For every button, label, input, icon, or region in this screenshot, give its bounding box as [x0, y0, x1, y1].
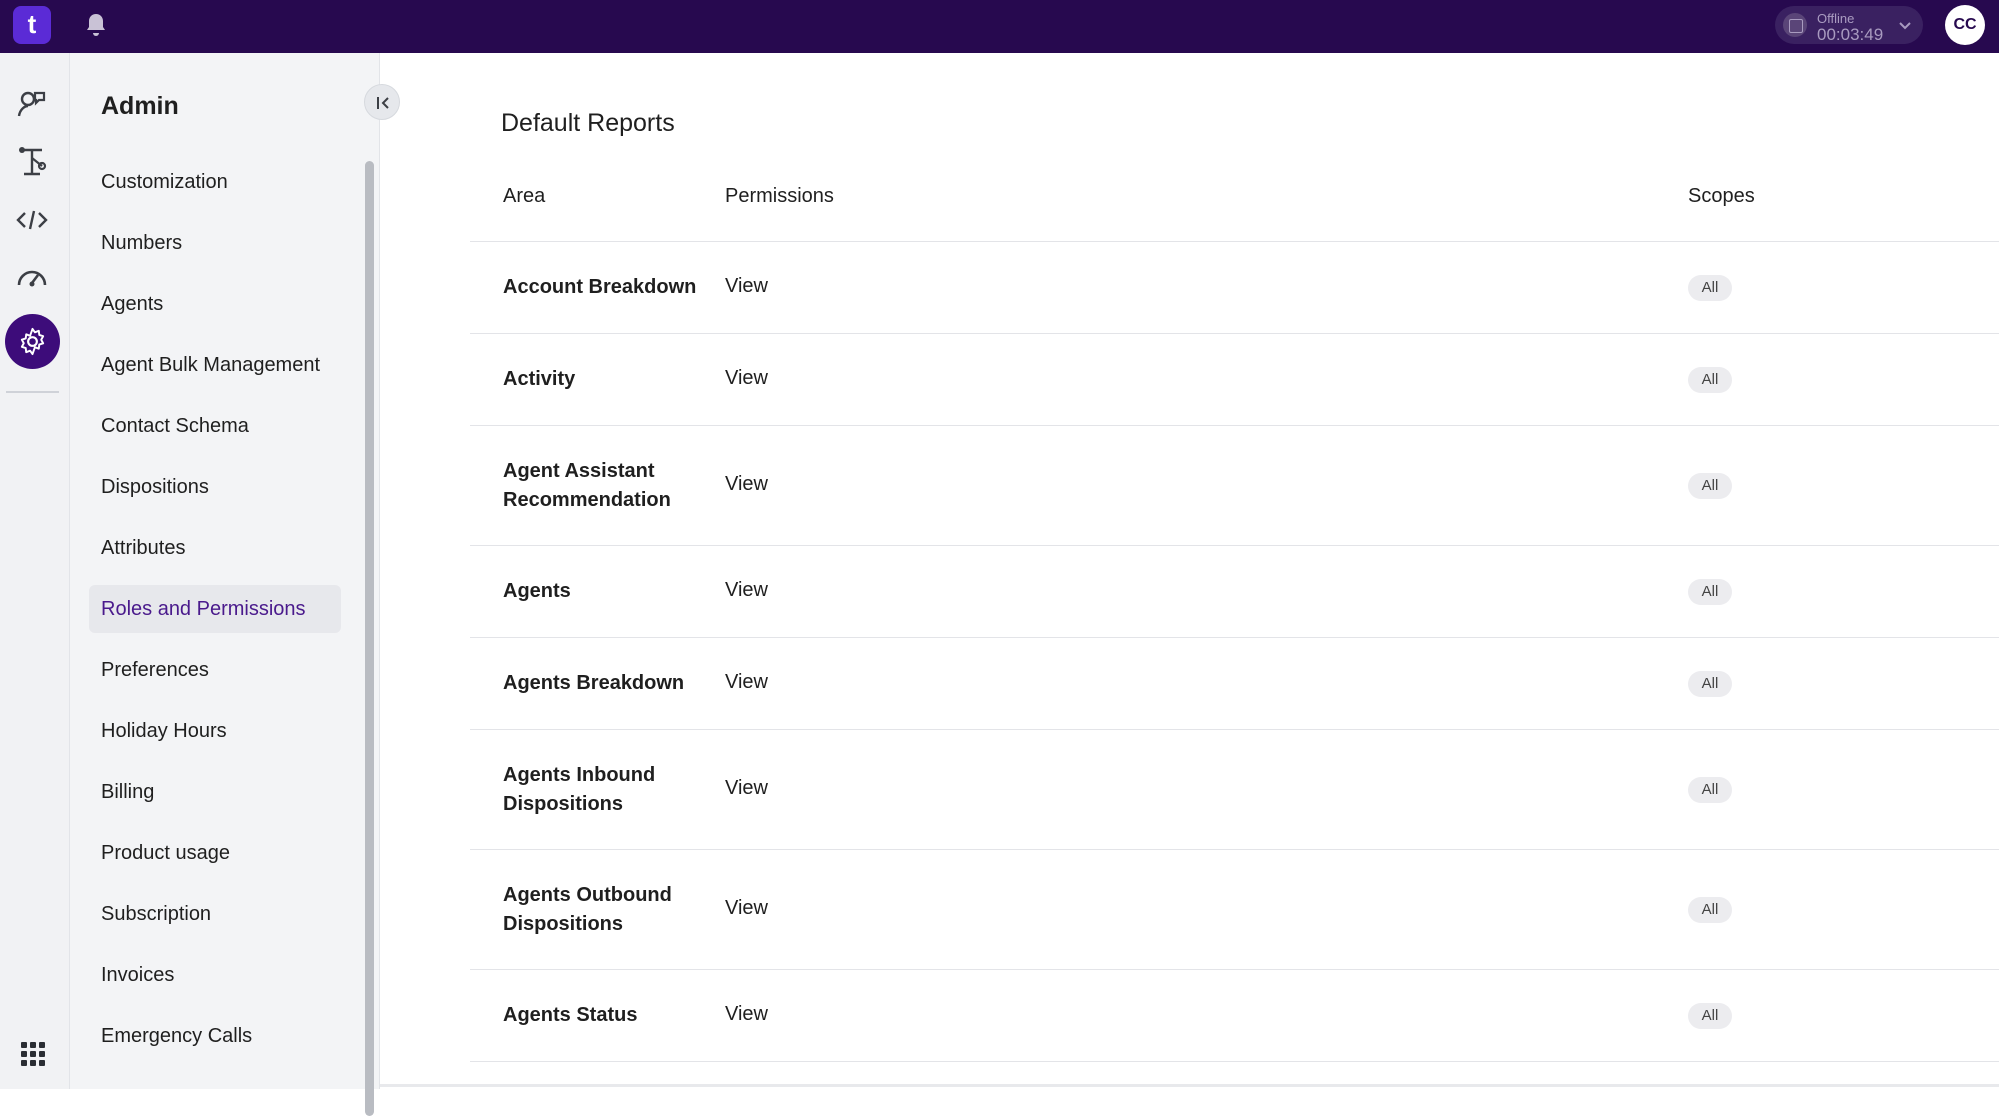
- scope-badge: All: [1688, 579, 1732, 605]
- scope-badge: All: [1688, 671, 1732, 697]
- row-permission: View: [725, 777, 768, 799]
- table-row: Agents Status View All: [470, 970, 1999, 1062]
- row-area: Account Breakdown: [503, 276, 697, 298]
- column-header-permissions: Permissions: [725, 185, 834, 207]
- app-logo[interactable]: t: [13, 6, 51, 44]
- scope-badge: All: [1688, 777, 1732, 803]
- collapse-left-icon: [377, 97, 389, 109]
- collapse-sidebar-button[interactable]: [364, 84, 400, 120]
- table-row: Account Breakdown View All: [470, 242, 1999, 334]
- rail-divider: [6, 391, 59, 393]
- sidebar-item-product-usage[interactable]: Product usage: [89, 829, 341, 877]
- row-area: Agents: [503, 580, 571, 602]
- row-permission: View: [725, 1003, 768, 1025]
- sidebar-item-customization[interactable]: Customization: [89, 158, 341, 206]
- column-header-scopes: Scopes: [1688, 185, 1755, 207]
- row-permission: View: [725, 579, 768, 601]
- table-row: Activity View All: [470, 334, 1999, 426]
- table-row: Agents Inbound Dispositions View All: [470, 730, 1999, 850]
- scope-badge: All: [1688, 275, 1732, 301]
- sidebar-item-roles-and-permissions[interactable]: Roles and Permissions: [89, 585, 341, 633]
- sidebar-item-invoices[interactable]: Invoices: [89, 951, 341, 999]
- workflow-icon[interactable]: [14, 144, 50, 180]
- table-row: Agent Assistant Recommendation View All: [470, 426, 1999, 546]
- table-row: Agents Outbound Dispositions View All: [470, 850, 1999, 970]
- row-area: Agents Breakdown: [503, 672, 685, 694]
- sidebar-scrollbar[interactable]: [365, 161, 374, 1116]
- row-permission: View: [725, 671, 768, 693]
- sidebar-item-dispositions[interactable]: Dispositions: [89, 463, 341, 511]
- column-header-area: Area: [503, 185, 546, 207]
- top-bar: t Offline 00:03:49 CC: [0, 0, 1999, 53]
- user-avatar[interactable]: CC: [1945, 5, 1985, 45]
- sidebar-item-attributes[interactable]: Attributes: [89, 524, 341, 572]
- sidebar-item-agents[interactable]: Agents: [89, 280, 341, 328]
- main-content: Default Reports Area Permissions Scopes …: [380, 53, 1999, 1089]
- row-permission: View: [725, 897, 768, 919]
- row-area: Agent Assistant Recommendation: [503, 460, 671, 511]
- row-divider: [470, 1061, 1999, 1062]
- sidebar-item-preferences[interactable]: Preferences: [89, 646, 341, 694]
- sidebar-item-contact-schema[interactable]: Contact Schema: [89, 402, 341, 450]
- bell-icon[interactable]: [84, 12, 108, 38]
- row-area: Activity: [503, 368, 576, 390]
- sidebar-item-emergency-calls[interactable]: Emergency Calls: [89, 1012, 341, 1060]
- table-row: Agents View All: [470, 546, 1999, 638]
- sidebar-item-agent-bulk-management[interactable]: Agent Bulk Management: [89, 341, 341, 389]
- sidebar-item-numbers[interactable]: Numbers: [89, 219, 341, 267]
- sidebar-item-subscription[interactable]: Subscription: [89, 890, 341, 938]
- sidebar-title: Admin: [101, 92, 179, 120]
- stop-icon: [1783, 13, 1807, 37]
- admin-sidebar: Admin Customization Numbers Agents Agent…: [70, 53, 400, 1116]
- row-permission: View: [725, 473, 768, 495]
- page-title: Default Reports: [501, 109, 675, 137]
- sidebar-item-holiday-hours[interactable]: Holiday Hours: [89, 707, 341, 755]
- status-label: Offline: [1817, 11, 1855, 26]
- scope-badge: All: [1688, 473, 1732, 499]
- scope-badge: All: [1688, 897, 1732, 923]
- row-permission: View: [725, 275, 768, 297]
- apps-grid-icon[interactable]: [19, 1040, 47, 1068]
- chevron-down-icon: [1899, 22, 1911, 30]
- gauge-icon[interactable]: [14, 259, 50, 295]
- status-timer: 00:03:49: [1817, 25, 1884, 44]
- agent-status-dropdown[interactable]: Offline 00:03:49: [1775, 6, 1923, 44]
- code-icon[interactable]: [14, 202, 50, 238]
- bottom-divider: [380, 1084, 1999, 1087]
- table-row: Agents Breakdown View All: [470, 638, 1999, 730]
- scope-badge: All: [1688, 367, 1732, 393]
- settings-icon[interactable]: [5, 314, 60, 369]
- row-area: Agents Outbound Dispositions: [503, 884, 672, 935]
- row-area: Agents Status: [503, 1004, 638, 1026]
- row-area: Agents Inbound Dispositions: [503, 764, 656, 815]
- sidebar-item-billing[interactable]: Billing: [89, 768, 341, 816]
- row-permission: View: [725, 367, 768, 389]
- scope-badge: All: [1688, 1003, 1732, 1029]
- lightbulb-person-icon[interactable]: [14, 53, 50, 89]
- lightbulb-person-icon[interactable]: [14, 85, 50, 121]
